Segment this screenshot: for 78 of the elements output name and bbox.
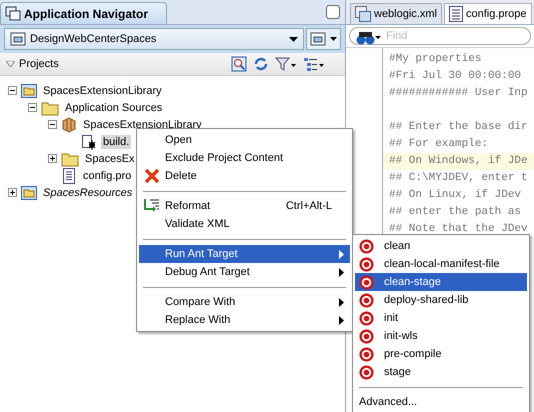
refresh-icon[interactable] (253, 56, 269, 72)
code-line: #Fri Jul 30 00:00:00 (389, 70, 522, 82)
tree-item[interactable]: SpacesResources (41, 186, 134, 200)
collapse-arrow-icon[interactable] (6, 61, 15, 67)
code-line: ## C:\MYJDEV, enter t (389, 172, 528, 184)
code-line: ## enter the path as (389, 206, 522, 218)
menu-item[interactable]: init-wls (355, 327, 527, 345)
code-line: ## On Linux, if JDev (389, 189, 522, 201)
section-title: Projects (19, 58, 60, 70)
xml-file-icon (355, 6, 371, 22)
target-icon (359, 346, 374, 362)
menu-item[interactable]: clean (355, 237, 527, 255)
expand-toggle-icon[interactable] (8, 188, 17, 197)
menu-item[interactable]: Compare With (139, 293, 350, 311)
filter-icon[interactable] (275, 56, 297, 72)
delete-icon (144, 168, 160, 184)
code-line: ############ User Inp (389, 87, 528, 99)
tree-item[interactable]: build. (101, 134, 132, 148)
code-line: #My properties (389, 53, 482, 65)
menu-item[interactable]: deploy-shared-lib (355, 291, 527, 309)
find-field[interactable]: Find (349, 27, 531, 45)
menu-item[interactable]: Run Ant Target (139, 245, 350, 263)
tree-item[interactable]: SpacesExtensionLibrary (81, 118, 204, 132)
windows-icon (5, 6, 21, 22)
expand-toggle-icon[interactable] (8, 86, 17, 95)
window-icon (310, 31, 326, 47)
application-icon (10, 31, 26, 47)
target-icon (359, 364, 374, 380)
expand-toggle-icon[interactable] (48, 154, 57, 163)
target-icon (359, 310, 374, 326)
tree-item[interactable]: Application Sources (63, 100, 164, 114)
menu-item[interactable]: init (355, 309, 527, 327)
editor-tab[interactable]: weblogic.xml (350, 3, 442, 24)
menu-item[interactable]: Open (139, 131, 350, 149)
minimize-button[interactable] (326, 5, 340, 19)
document-icon (448, 6, 463, 22)
binoculars-icon[interactable] (356, 31, 382, 45)
document-icon (61, 168, 77, 184)
application-dropdown[interactable]: DesignWebCenterSpaces (4, 28, 304, 50)
menu-item[interactable]: Advanced... (355, 393, 527, 411)
tree-options-icon[interactable] (303, 56, 325, 72)
menu-item[interactable]: Delete (139, 167, 350, 185)
menu-item[interactable]: clean-local-manifest-file (355, 255, 527, 273)
code-line: ## Enter the base dir (389, 121, 528, 133)
menu-item[interactable]: Debug Ant Target (139, 263, 350, 281)
target-icon (359, 292, 374, 308)
folder-icon (61, 150, 79, 166)
tree-item[interactable]: SpacesEx (83, 152, 137, 166)
ant-file-icon (81, 134, 97, 150)
menu-item[interactable]: Validate XML (139, 215, 350, 233)
project-folder-icon (21, 82, 37, 98)
menu-item[interactable]: clean-stage (355, 273, 527, 291)
menu-item[interactable]: Replace With (139, 311, 350, 329)
code-line: ## On Windows, if JDe (389, 155, 528, 167)
menu-item[interactable]: pre-compile (355, 345, 527, 363)
target-icon (359, 238, 374, 254)
caret-icon (330, 37, 337, 41)
expand-toggle-icon[interactable] (28, 103, 37, 112)
target-icon (359, 328, 374, 344)
tree-item[interactable]: config.pro (81, 168, 134, 182)
target-icon (359, 274, 374, 290)
tree-item[interactable]: SpacesExtensionLibrary (41, 84, 164, 98)
code-line: ## Note that the JDev (389, 223, 528, 235)
reformat-icon (144, 198, 160, 214)
project-folder-icon (21, 184, 37, 200)
search-icon[interactable] (231, 56, 247, 72)
target-icon (359, 256, 374, 272)
navigator-tab[interactable]: Application Navigator (0, 2, 168, 24)
folder-icon (41, 100, 59, 116)
menu-item[interactable]: stage (355, 363, 527, 381)
expand-toggle-icon[interactable] (48, 120, 57, 129)
package-icon (61, 116, 77, 132)
view-menu-button[interactable] (306, 28, 341, 50)
code-line: ## For example: (389, 138, 488, 150)
menu-item[interactable]: Reformat Ctrl+Alt-L (139, 197, 350, 215)
menu-item[interactable]: Exclude Project Content (139, 149, 350, 167)
caret-icon (289, 36, 298, 42)
editor-tab[interactable]: config.prope (444, 3, 532, 24)
